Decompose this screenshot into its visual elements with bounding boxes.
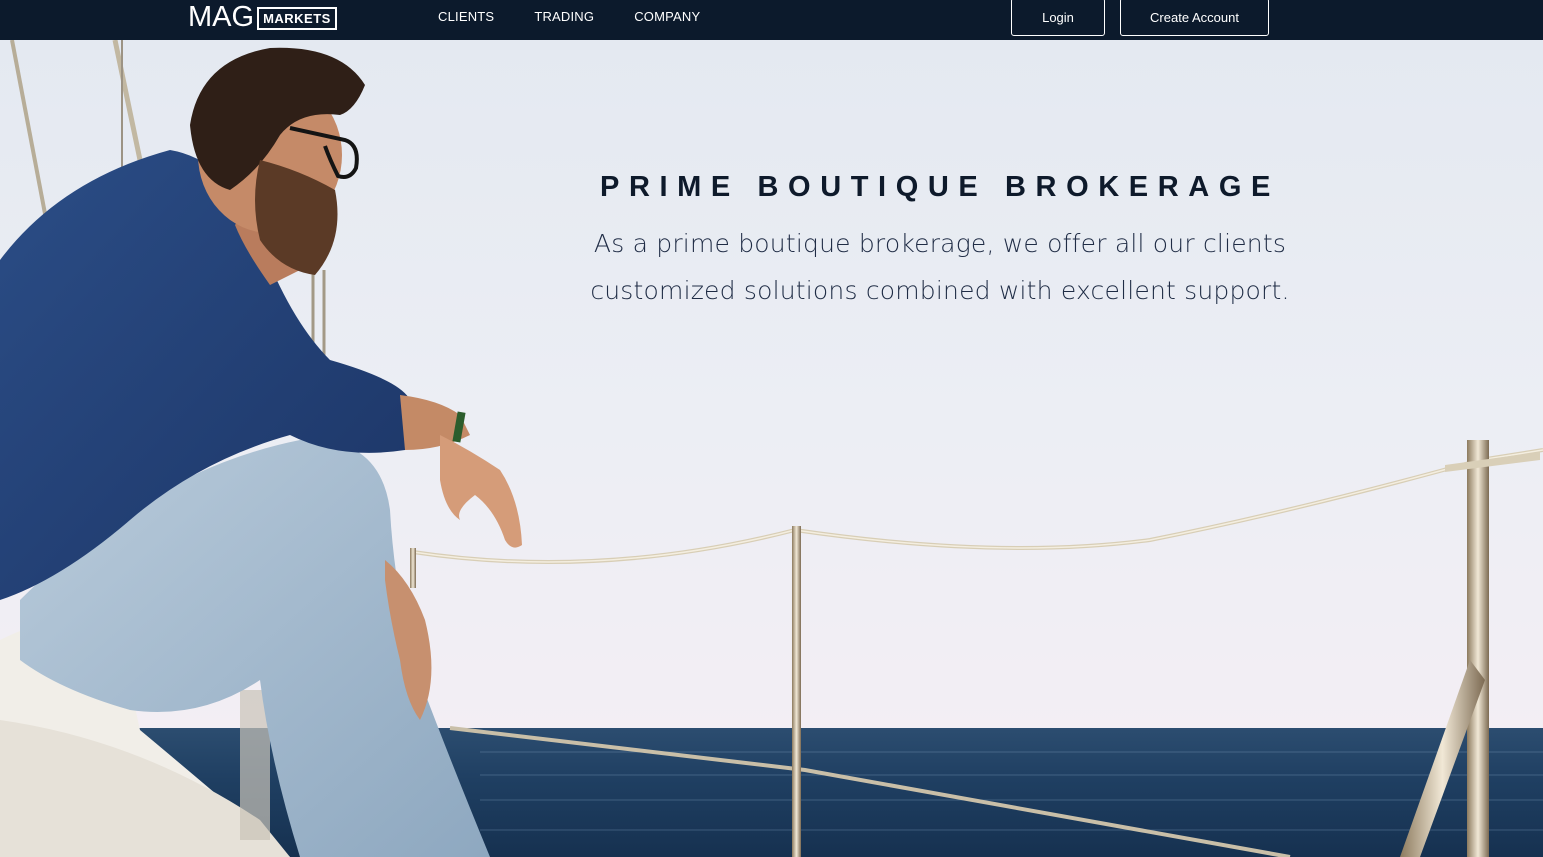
top-navbar: MAG MARKETS CLIENTS TRADING COMPANY Logi… (0, 0, 1543, 40)
nav-link-clients[interactable]: CLIENTS (438, 9, 494, 24)
hero-subtitle-line: As a prime boutique brokerage, we offer … (593, 229, 1287, 258)
logo[interactable]: MAG MARKETS (188, 2, 337, 32)
railing-pole (1467, 440, 1489, 857)
logo-text: MAG (188, 1, 255, 33)
login-button[interactable]: Login (1011, 0, 1105, 36)
railing-pole (792, 526, 801, 857)
logo-box-text: MARKETS (257, 6, 337, 30)
hero-section: PRIME BOUTIQUE BROKERAGE As a prime bout… (0, 40, 1543, 857)
hero-subtitle: As a prime boutique brokerage, we offer … (580, 220, 1300, 314)
nav-link-trading[interactable]: TRADING (534, 9, 594, 24)
nav-links: CLIENTS TRADING COMPANY (438, 0, 740, 33)
page: MAG MARKETS CLIENTS TRADING COMPANY Logi… (0, 0, 1543, 857)
hero-background-image (0, 40, 1543, 857)
hero-subtitle-line: customized solutions combined with excel… (590, 276, 1290, 305)
create-account-button[interactable]: Create Account (1120, 0, 1269, 36)
nav-link-company[interactable]: COMPANY (634, 9, 700, 24)
hero-title: PRIME BOUTIQUE BROKERAGE (600, 171, 1280, 203)
